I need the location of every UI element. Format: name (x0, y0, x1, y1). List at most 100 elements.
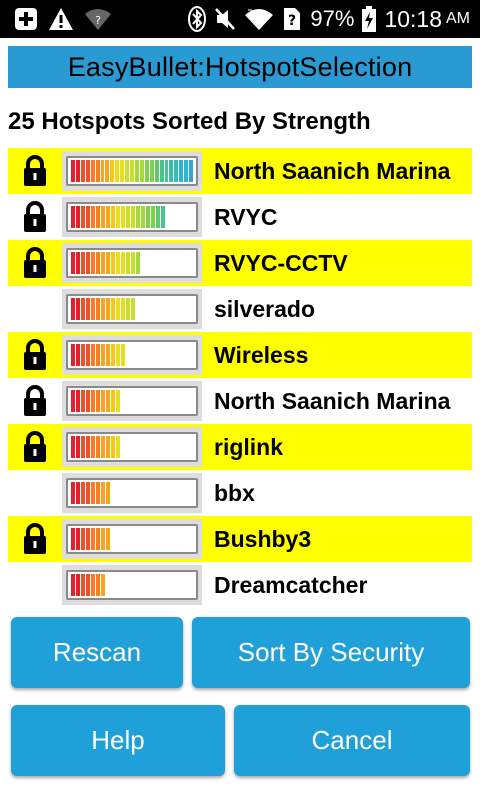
signal-strength-meter (62, 289, 202, 329)
signal-segment (111, 252, 115, 274)
hotspot-row[interactable]: riglink (8, 424, 472, 470)
signal-segment (81, 252, 85, 274)
signal-segment (111, 344, 115, 366)
signal-segment (169, 160, 174, 182)
signal-segment (125, 160, 130, 182)
hotspot-row[interactable]: Dreamcatcher (8, 562, 472, 608)
signal-segment (106, 252, 110, 274)
signal-segment (164, 160, 169, 182)
hotspot-row[interactable]: North Saanich Marina (8, 148, 472, 194)
signal-segment (151, 206, 155, 228)
signal-segment (116, 298, 120, 320)
signal-segment (90, 160, 95, 182)
signal-segment (111, 436, 115, 458)
signal-segment (154, 160, 159, 182)
signal-segment (106, 206, 110, 228)
signal-segment (159, 160, 164, 182)
signal-segment (111, 206, 115, 228)
signal-segment (134, 160, 139, 182)
signal-strength-meter (62, 473, 202, 513)
hotspot-name: RVYC-CCTV (214, 249, 348, 276)
signal-segment (101, 206, 105, 228)
signal-segment (126, 298, 130, 320)
signal-segment (71, 482, 75, 504)
sort-by-security-button[interactable]: Sort By Security (192, 617, 470, 688)
signal-segment (106, 436, 110, 458)
signal-segment (115, 160, 120, 182)
signal-segment (189, 160, 194, 182)
signal-segment (111, 298, 115, 320)
hotspot-name: riglink (214, 433, 284, 460)
hotspot-name: silverado (214, 295, 315, 322)
signal-segment (96, 298, 100, 320)
hotspot-row[interactable]: RVYC (8, 194, 472, 240)
plus-square-icon (14, 7, 38, 31)
signal-segment (85, 160, 90, 182)
help-button[interactable]: Help (11, 705, 225, 776)
signal-segment (111, 390, 115, 412)
clock-ampm: AM (446, 10, 470, 27)
signal-segment (81, 528, 85, 550)
signal-segment (139, 160, 144, 182)
signal-segment (126, 252, 130, 274)
signal-segment (75, 160, 80, 182)
signal-segment (71, 390, 75, 412)
signal-segment (161, 206, 165, 228)
signal-strength-meter (62, 381, 202, 421)
signal-strength-meter (62, 427, 202, 467)
lock-placeholder (8, 470, 62, 516)
signal-segment (86, 252, 90, 274)
battery-charging-icon (362, 6, 377, 32)
signal-segment (101, 574, 105, 596)
signal-segment (91, 344, 95, 366)
hotspot-row[interactable]: Wireless (8, 332, 472, 378)
signal-segment (86, 344, 90, 366)
status-bar: ? ? 97% 10:18 AM (0, 0, 480, 38)
signal-segment (86, 206, 90, 228)
signal-segment (144, 160, 149, 182)
signal-segment (76, 252, 80, 274)
signal-segment (106, 344, 110, 366)
signal-strength-meter (62, 151, 202, 191)
signal-segment (71, 252, 75, 274)
lock-icon (8, 148, 62, 194)
signal-segment (101, 436, 105, 458)
signal-segment (101, 252, 105, 274)
signal-segment (121, 252, 125, 274)
signal-segment (116, 436, 120, 458)
signal-segment (91, 436, 95, 458)
signal-segment (76, 528, 80, 550)
signal-strength-meter (62, 335, 202, 375)
signal-segment (81, 344, 85, 366)
signal-segment (130, 160, 134, 182)
lock-icon (8, 240, 62, 286)
hotspot-count-heading: 25 Hotspots Sorted By Strength (8, 108, 371, 135)
lock-icon (8, 332, 62, 378)
signal-segment (116, 206, 120, 228)
lock-icon (8, 378, 62, 424)
signal-segment (76, 436, 80, 458)
clock-time: 10:18 (384, 5, 442, 32)
wifi-icon (244, 7, 274, 31)
hotspot-row[interactable]: RVYC-CCTV (8, 240, 472, 286)
mute-icon (214, 7, 236, 31)
signal-segment (76, 206, 80, 228)
hotspot-row[interactable]: North Saanich Marina (8, 378, 472, 424)
hotspot-row[interactable]: bbx (8, 470, 472, 516)
hotspot-name: RVYC (214, 203, 278, 230)
signal-segment (136, 206, 140, 228)
signal-segment (96, 390, 100, 412)
cancel-button[interactable]: Cancel (234, 705, 470, 776)
warning-icon (48, 7, 74, 31)
signal-segment (116, 390, 120, 412)
signal-segment (81, 206, 85, 228)
hotspot-row[interactable]: Bushby3 (8, 516, 472, 562)
signal-segment (106, 390, 110, 412)
rescan-button[interactable]: Rescan (11, 617, 183, 688)
signal-segment (81, 574, 85, 596)
signal-segment (149, 160, 154, 182)
signal-segment (76, 574, 80, 596)
hotspot-row[interactable]: silverado (8, 286, 472, 332)
signal-segment (91, 390, 95, 412)
signal-segment (101, 344, 105, 366)
